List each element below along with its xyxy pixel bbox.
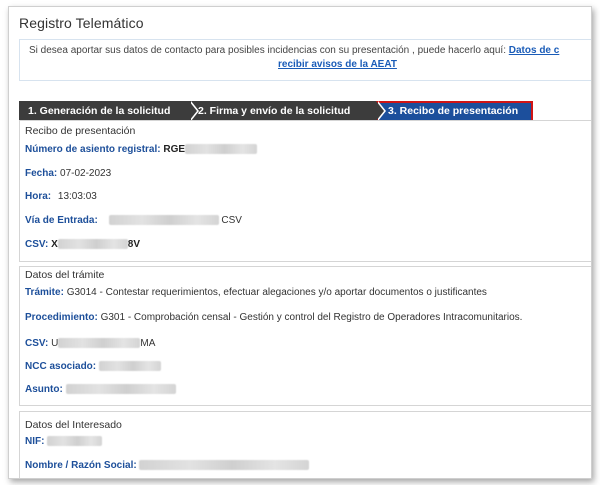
- notice-line-2: recibir avisos de la AEAT: [278, 59, 397, 70]
- csv-row: CSV: X 8V: [25, 239, 140, 250]
- hora-value: 13:03:03: [57, 191, 97, 202]
- asunto-label: Asunto:: [25, 384, 63, 395]
- redacted-value: [47, 436, 103, 447]
- step-firma-envio: 2. Firma y envío de la solicitud: [189, 101, 376, 122]
- csv-label: CSV:: [25, 239, 49, 250]
- tramite-title: Datos del trámite: [25, 269, 105, 281]
- csv-value-suffix: 8V: [127, 239, 141, 250]
- redacted-value: [65, 384, 176, 395]
- tramite-csv-label: CSV:: [25, 338, 49, 349]
- contact-data-link[interactable]: Datos de c: [509, 45, 560, 56]
- ncc-label: NCC asociado:: [25, 361, 97, 372]
- interesado-section: Datos del Interesado NIF: Nombre / Razón…: [19, 411, 591, 478]
- via-entrada-row: Vía de Entrada: CSV: [25, 215, 242, 226]
- tramite-section: Datos del trámite Trámite: G3014 - Conte…: [19, 266, 591, 406]
- step-arrow: [189, 101, 197, 121]
- procedimiento-label: Procedimiento:: [25, 312, 98, 323]
- tramite-label: Trámite:: [25, 287, 64, 298]
- redacted-value: [108, 215, 219, 226]
- step-generacion: 1. Generación de la solicitud: [19, 101, 189, 122]
- numero-asiento-row: Número de asiento registral: RGE: [25, 144, 258, 155]
- registro-window: Registro Telemático Si desea aportar sus…: [8, 6, 592, 479]
- hora-label: Hora:: [25, 191, 52, 202]
- tramite-row: Trámite: G3014 - Contestar requerimiento…: [25, 287, 487, 298]
- csv-value-prefix: X: [51, 239, 58, 250]
- fecha-value: 07-02-2023: [60, 168, 112, 179]
- numero-asiento-label: Número de asiento registral:: [25, 144, 161, 155]
- redacted-value: [58, 338, 141, 349]
- aeat-alerts-link[interactable]: recibir avisos de la AEAT: [278, 59, 397, 70]
- tramite-csv-prefix: U: [51, 338, 59, 349]
- nif-row: NIF:: [25, 436, 103, 447]
- redacted-value: [185, 144, 258, 155]
- hora-row: Hora: 13:03:03: [25, 191, 97, 202]
- receipt-section: Recibo de presentación Número de asiento…: [19, 120, 591, 262]
- redacted-value: [57, 239, 128, 250]
- nombre-label: Nombre / Razón Social:: [25, 460, 137, 471]
- numero-asiento-value: RGE: [163, 144, 186, 155]
- tramite-value: G3014 - Contestar requerimientos, efectu…: [66, 287, 487, 298]
- nif-label: NIF:: [25, 436, 45, 447]
- redacted-value: [98, 361, 161, 372]
- wizard-steps: 1. Generación de la solicitud 2. Firma y…: [19, 101, 591, 122]
- asunto-row: Asunto:: [25, 384, 176, 395]
- via-entrada-label: Vía de Entrada:: [25, 215, 98, 226]
- via-entrada-value: CSV: [221, 215, 242, 226]
- step-recibo-active: 3. Recibo de presentación: [376, 101, 533, 122]
- receipt-title: Recibo de presentación: [25, 125, 136, 137]
- interesado-title: Datos del Interesado: [25, 419, 122, 431]
- notice-text: Si desea aportar sus datos de contacto p…: [29, 45, 506, 56]
- tramite-csv-row: CSV: U MA: [25, 338, 155, 349]
- notice-line: Si desea aportar sus datos de contacto p…: [29, 45, 559, 56]
- procedimiento-value: G301 - Comprobación censal - Gestión y c…: [100, 312, 523, 323]
- nombre-row: Nombre / Razón Social:: [25, 460, 310, 471]
- redacted-value: [139, 460, 310, 471]
- page-title: Registro Telemático: [19, 15, 144, 31]
- contact-notice: Si desea aportar sus datos de contacto p…: [19, 39, 591, 81]
- step-arrow: [376, 101, 384, 121]
- ncc-row: NCC asociado:: [25, 361, 161, 372]
- tramite-csv-suffix: MA: [140, 338, 156, 349]
- procedimiento-row: Procedimiento: G301 - Comprobación censa…: [25, 312, 522, 323]
- fecha-label: Fecha:: [25, 168, 58, 179]
- fecha-row: Fecha: 07-02-2023: [25, 168, 111, 179]
